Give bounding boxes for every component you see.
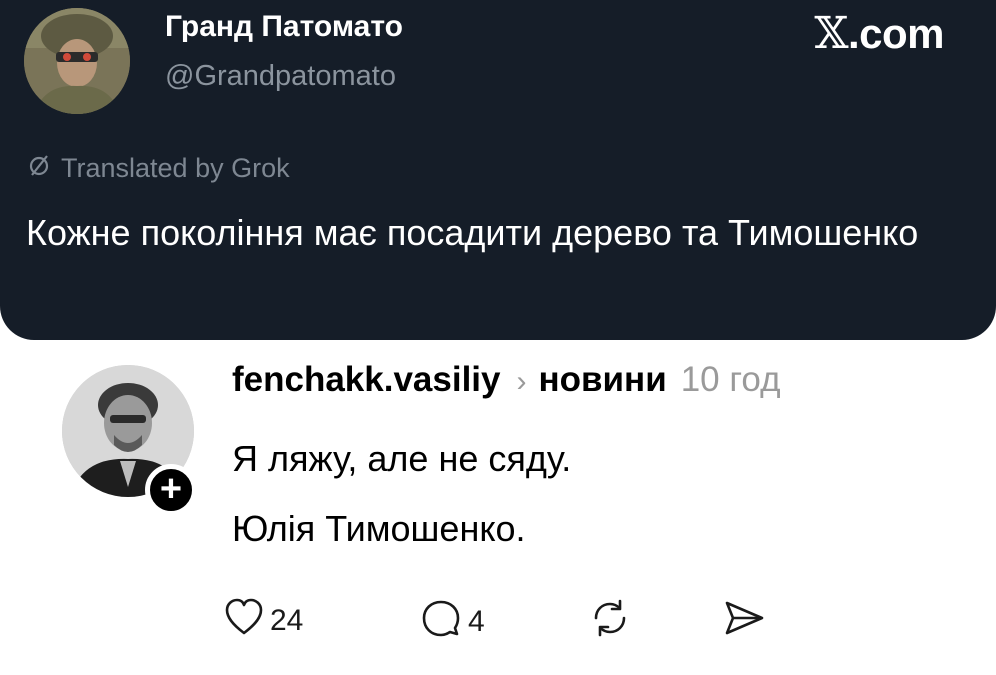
share-icon	[722, 598, 766, 646]
reply-feed[interactable]: новини	[539, 360, 667, 400]
heart-icon	[224, 598, 264, 644]
brand-domain: .com	[847, 10, 945, 57]
translate-icon	[27, 153, 51, 184]
like-button[interactable]: 24	[224, 598, 303, 644]
reply-header: fenchakk.vasiliy › новини 10 год	[232, 360, 781, 400]
reply-username[interactable]: fenchakk.vasiliy	[232, 360, 501, 400]
follow-button[interactable]: +	[145, 464, 197, 516]
comment-icon	[420, 598, 462, 646]
translated-note: Translated by Grok	[27, 153, 290, 184]
tweet-author-avatar[interactable]	[24, 8, 130, 114]
translated-label: Translated by Grok	[61, 153, 290, 183]
chevron-right-icon: ›	[516, 365, 527, 398]
reply-time: 10 год	[680, 360, 781, 399]
tweet-author-handle[interactable]: @Grandpatomato	[165, 60, 396, 93]
reply-text-line-1: Я ляжу, але не сяду.	[232, 438, 572, 479]
tweet-card: Гранд Патомато @Grandpatomato 𝕏.com Tran…	[0, 0, 996, 340]
reply-actions: 24 4	[224, 598, 784, 658]
comment-count: 4	[468, 605, 485, 638]
repost-button[interactable]	[588, 598, 632, 646]
repost-icon	[588, 598, 632, 646]
x-brand: 𝕏.com	[814, 8, 944, 59]
like-count: 24	[270, 604, 304, 637]
share-button[interactable]	[722, 598, 766, 646]
reply-text-line-2: Юлія Тимошенко.	[232, 508, 526, 549]
x-logo-icon: 𝕏	[814, 8, 848, 59]
tweet-author-name[interactable]: Гранд Патомато	[165, 10, 403, 44]
comment-button[interactable]: 4	[420, 598, 485, 646]
tweet-text: Кожне покоління має посадити дерево та Т…	[26, 212, 919, 253]
